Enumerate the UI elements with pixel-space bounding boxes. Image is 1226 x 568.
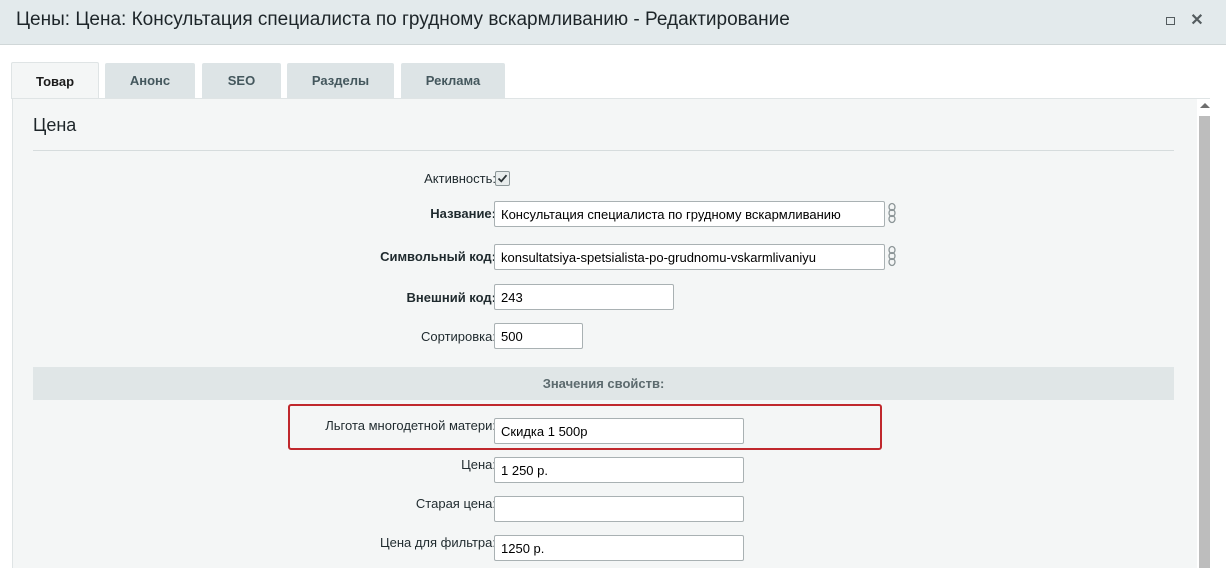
close-button[interactable]: ✕ [1189, 13, 1205, 29]
maximize-button[interactable] [1162, 13, 1178, 29]
window-title: Цены: Цена: Консультация специалиста по … [16, 9, 790, 30]
tab-anons[interactable]: Анонс [105, 63, 195, 98]
benefit-input[interactable]: Скидка 1 500р [494, 418, 744, 444]
active-label: Активность: [424, 171, 496, 186]
filter-price-label: Цена для фильтра: [379, 535, 496, 550]
section-divider [33, 150, 1174, 151]
section-title: Цена [33, 115, 77, 135]
sort-input[interactable]: 500 [494, 323, 583, 349]
external-code-label: Внешний код: [406, 290, 496, 305]
scroll-up-arrow-icon[interactable] [1200, 103, 1210, 108]
translit-link-icon[interactable] [886, 202, 898, 224]
name-label: Название: [430, 206, 496, 221]
price-input[interactable]: 1 250 р. [494, 457, 744, 483]
close-icon: ✕ [1190, 12, 1204, 29]
code-label: Символьный код: [380, 249, 496, 264]
vertical-scrollbar[interactable] [1197, 99, 1214, 568]
sort-label: Сортировка: [421, 329, 496, 344]
active-checkbox[interactable] [495, 171, 510, 186]
checkmark-icon [497, 174, 508, 183]
translit-link-icon[interactable] [886, 245, 898, 267]
old-price-input[interactable] [494, 496, 744, 522]
title-bar: Цены: Цена: Консультация специалиста по … [0, 0, 1226, 45]
tab-seo[interactable]: SEO [202, 63, 281, 98]
tab-razdely[interactable]: Разделы [287, 63, 394, 98]
properties-header: Значения свойств: [33, 367, 1174, 400]
tab-reklama[interactable]: Реклама [401, 63, 505, 98]
benefit-label: Льгота многодетной матери: [325, 418, 496, 433]
tab-tovar[interactable]: Товар [11, 62, 99, 99]
price-label: Цена: [461, 457, 496, 472]
maximize-icon [1165, 17, 1175, 25]
old-price-label: Старая цена: [415, 496, 496, 511]
scroll-thumb[interactable] [1199, 116, 1210, 568]
filter-price-input[interactable]: 1250 р. [494, 535, 744, 561]
name-input[interactable]: Консультация специалиста по грудному вск… [494, 201, 885, 227]
external-code-input[interactable]: 243 [494, 284, 674, 310]
edit-panel: Цена Активность: Название: Консультация … [12, 98, 1210, 568]
code-input[interactable]: konsultatsiya-spetsialista-po-grudnomu-v… [494, 244, 885, 270]
tabs-bar: Товар Анонс SEO Разделы Реклама [0, 45, 1226, 99]
